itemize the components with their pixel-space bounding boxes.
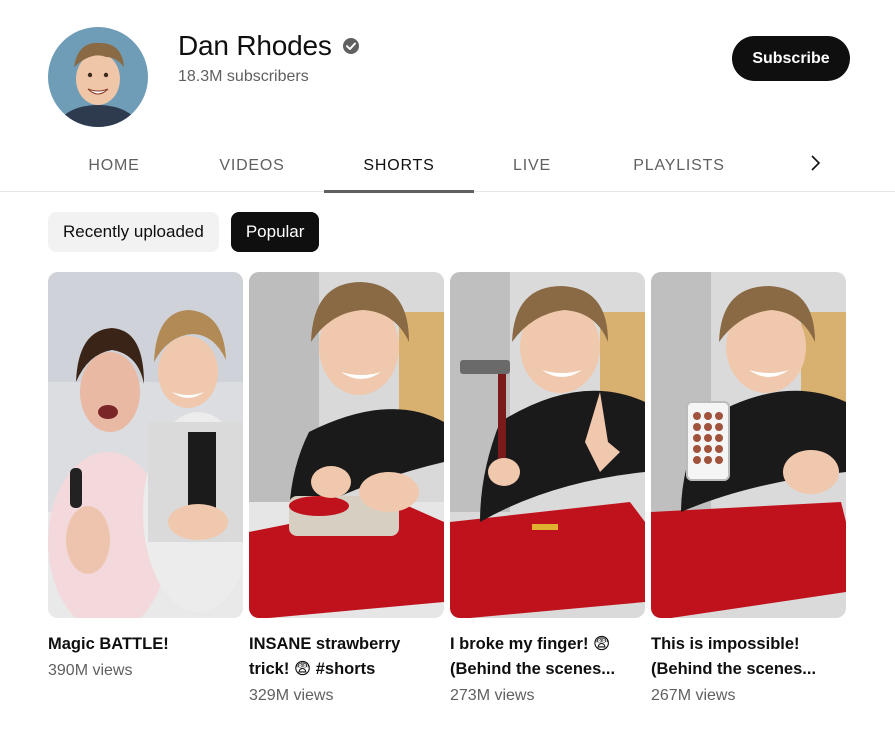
short-title[interactable]: This is impossible! (Behind the scenes..… [651,632,846,682]
short-thumbnail[interactable] [450,272,645,618]
short-card[interactable]: INSANE strawberry trick! 😨 #shorts 329M … [249,272,444,705]
chip-popular[interactable]: Popular [230,212,320,252]
short-views: 273M views [450,687,535,704]
short-views: 267M views [651,687,736,704]
channel-header: Dan Rhodes 18.3M subscribers Subscribe [0,0,895,140]
short-title[interactable]: INSANE strawberry trick! 😨 #shorts [249,632,444,682]
tab-playlists[interactable]: PLAYLISTS [616,140,742,192]
shorts-grid: Magic BATTLE! 390M views INSANE strawber… [48,272,846,705]
short-card[interactable]: This is impossible! (Behind the scenes..… [651,272,846,705]
short-views: 390M views [48,662,133,679]
short-thumbnail[interactable] [651,272,846,618]
filter-chips: Recently uploaded Popular [48,212,320,252]
channel-name-row: Dan Rhodes [178,30,360,62]
tab-home[interactable]: HOME [66,140,162,192]
short-thumbnail[interactable] [48,272,243,618]
subscribe-button[interactable]: Subscribe [732,36,850,81]
chip-recently-uploaded[interactable]: Recently uploaded [48,212,219,252]
short-thumbnail[interactable] [249,272,444,618]
tab-videos[interactable]: VIDEOS [204,140,300,192]
short-views: 329M views [249,687,334,704]
channel-tabs: HOME VIDEOS SHORTS LIVE PLAYLISTS [0,140,895,193]
channel-avatar[interactable] [48,27,148,127]
verified-check-icon [342,37,360,55]
tab-shorts[interactable]: SHORTS [324,140,474,193]
tab-live[interactable]: LIVE [492,140,572,192]
short-card[interactable]: I broke my finger! 😨 (Behind the scenes.… [450,272,645,705]
short-card[interactable]: Magic BATTLE! 390M views [48,272,243,705]
subscriber-count: 18.3M subscribers [178,68,309,85]
channel-name: Dan Rhodes [178,30,332,61]
chevron-right-icon[interactable] [800,140,830,186]
short-title[interactable]: I broke my finger! 😨 (Behind the scenes.… [450,632,645,682]
short-title[interactable]: Magic BATTLE! [48,632,243,657]
